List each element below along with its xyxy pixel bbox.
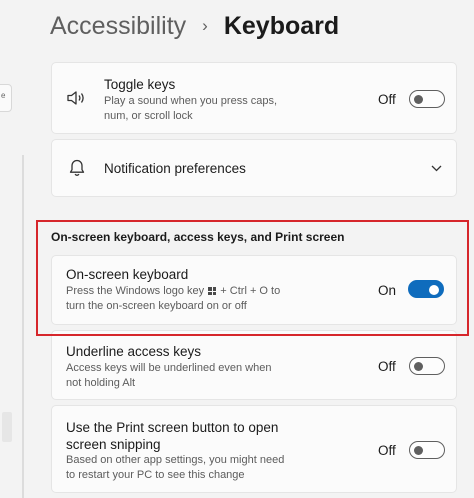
- bell-icon: [69, 159, 85, 176]
- nav-scrollbar-thumb[interactable]: [2, 412, 12, 442]
- print-screen-switch[interactable]: [409, 441, 445, 459]
- print-screen-state-label: Off: [378, 443, 396, 458]
- page-title: Keyboard: [223, 11, 340, 40]
- speaker-icon: [67, 91, 84, 105]
- notification-preferences-title: Notification preferences: [104, 161, 246, 176]
- nav-scrollbar-track: [22, 155, 24, 498]
- toggle-keys-state-label: Off: [378, 92, 396, 107]
- notification-preferences-card[interactable]: Notification preferences: [51, 139, 457, 197]
- print-screen-title: Use the Print screen button to open scre…: [66, 420, 279, 452]
- toggle-keys-card: Toggle keys Play a sound when you press …: [51, 62, 457, 134]
- side-panel-tab-text: e: [1, 91, 6, 100]
- underline-access-keys-card: Underline access keys Access keys will b…: [51, 330, 457, 400]
- underline-access-keys-switch[interactable]: [409, 357, 445, 375]
- underline-access-keys-state-label: Off: [378, 359, 396, 374]
- highlight-annotation-box: [36, 220, 469, 336]
- toggle-keys-title: Toggle keys: [104, 77, 176, 92]
- underline-access-keys-description: Access keys will be underlined even when…: [66, 362, 272, 389]
- breadcrumb-parent-link[interactable]: Accessibility: [50, 12, 186, 41]
- chevron-down-icon[interactable]: [431, 165, 442, 172]
- print-screen-description: Based on other app settings, you might n…: [66, 454, 285, 481]
- breadcrumb-chevron-icon: ›: [202, 16, 208, 35]
- breadcrumb: Accessibility › Keyboard: [50, 6, 339, 46]
- underline-access-keys-title: Underline access keys: [66, 344, 202, 359]
- toggle-keys-description: Play a sound when you press caps, num, o…: [104, 95, 278, 122]
- print-screen-card: Use the Print screen button to open scre…: [51, 405, 457, 493]
- toggle-keys-switch[interactable]: [409, 90, 445, 108]
- side-panel-tab[interactable]: e: [0, 84, 12, 112]
